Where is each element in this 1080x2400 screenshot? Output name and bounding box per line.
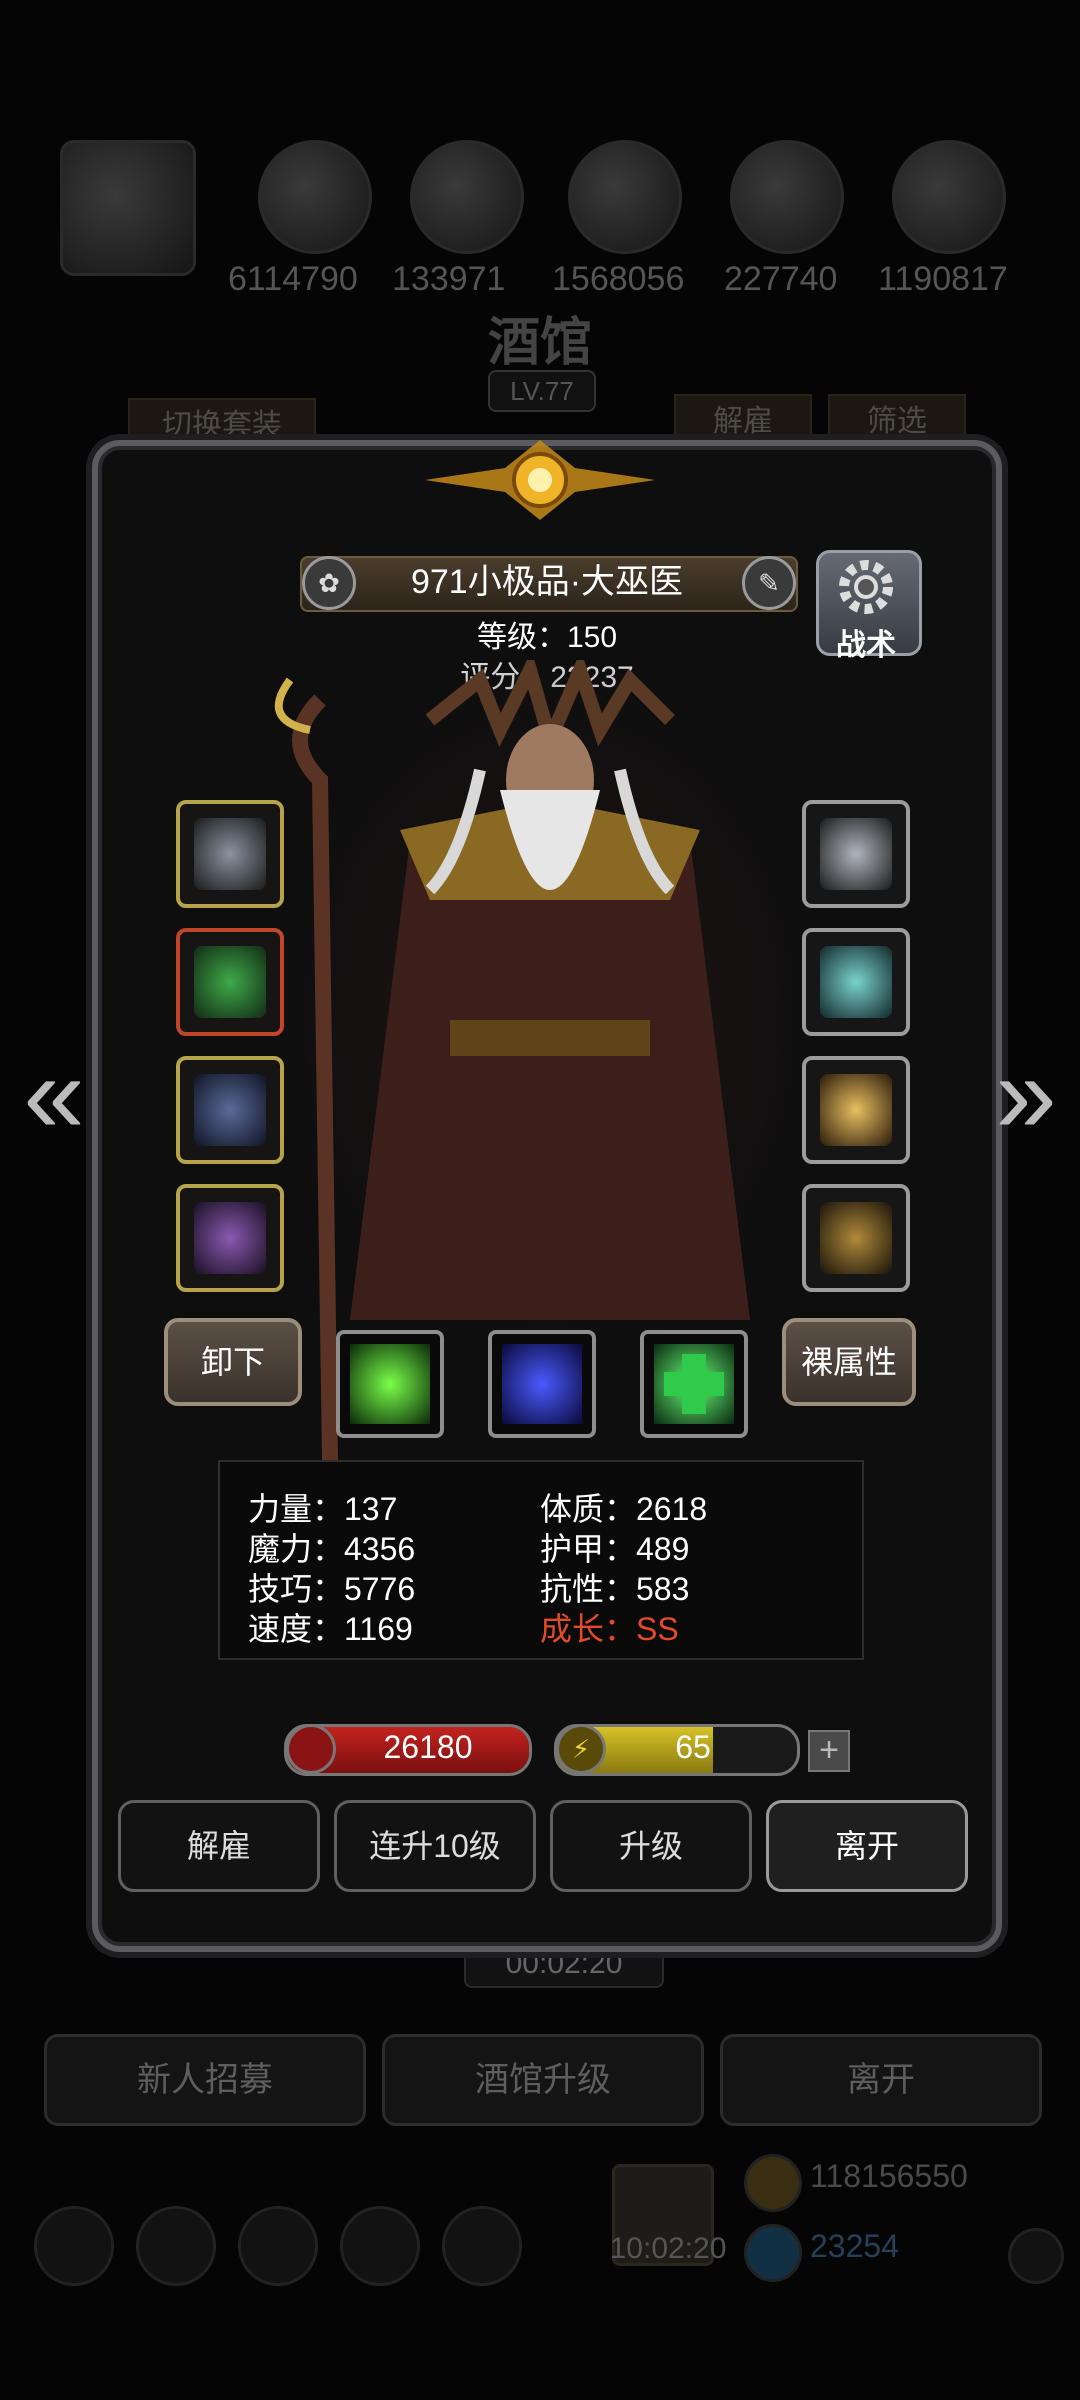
- resource-icon-3: [568, 140, 682, 254]
- hero-level: 等级：150: [476, 621, 618, 654]
- edit-name-icon[interactable]: ✎: [742, 556, 796, 610]
- hero-name: 971小极品·大巫医: [410, 563, 684, 601]
- skill-slot-2[interactable]: [488, 1330, 596, 1438]
- recruit-button: 新人招募: [44, 2034, 366, 2126]
- dismiss-hero-button[interactable]: 解雇: [118, 1800, 320, 1892]
- resource-icon-5: [892, 140, 1006, 254]
- energy-value: 65: [675, 1729, 711, 1765]
- menu-icon-3: [238, 2206, 318, 2286]
- gold-count: 118156550: [810, 2158, 968, 2194]
- menu-icon-2: [136, 2206, 216, 2286]
- lantern-icon: [820, 1074, 892, 1146]
- resource-count-2: 133971: [392, 260, 506, 298]
- prev-hero-arrow-icon[interactable]: «: [14, 1040, 94, 1150]
- tavern-level: LV.77: [488, 370, 596, 412]
- blue-shadow-icon: [502, 1344, 582, 1424]
- resource-icon-1: [258, 140, 372, 254]
- resource-count-5: 1190817: [878, 260, 1008, 298]
- avatar: [60, 140, 196, 276]
- resource-icon-2: [410, 140, 524, 254]
- equip-slot-staff[interactable]: [176, 800, 284, 908]
- stat-growth: 成长：SS: [540, 1611, 679, 1647]
- stat-speed: 速度：1169: [248, 1611, 413, 1647]
- wand-icon: [820, 1202, 892, 1274]
- equip-slot-armor[interactable]: [176, 928, 284, 1036]
- gold-icon: [744, 2154, 802, 2212]
- lightning-icon: ⚡: [556, 1724, 606, 1774]
- equip-slot-ring[interactable]: [176, 1184, 284, 1292]
- menu-icon-1: [34, 2206, 114, 2286]
- heart-icon: [286, 1724, 336, 1774]
- equip-slot-bracelet[interactable]: [802, 800, 910, 908]
- skill-slot-3[interactable]: [640, 1330, 748, 1438]
- skill-slot-1[interactable]: [336, 1330, 444, 1438]
- menu-icon-5: [442, 2206, 522, 2286]
- heal-cross-icon: [654, 1344, 734, 1424]
- leave-button[interactable]: 离开: [766, 1800, 968, 1892]
- equip-slot-helmet[interactable]: [176, 1056, 284, 1164]
- gem-currency-icon: [744, 2224, 802, 2282]
- gift-timer: 10:02:20: [609, 2232, 727, 2265]
- resource-icon-4: [730, 140, 844, 254]
- menu-icon-4: [340, 2206, 420, 2286]
- green-slash-icon: [350, 1344, 430, 1424]
- next-hero-arrow-icon[interactable]: »: [986, 1040, 1066, 1150]
- armor-icon: [194, 946, 266, 1018]
- resource-count-4: 227740: [724, 260, 838, 298]
- bracelet-icon: [820, 818, 892, 890]
- level-up-10-button[interactable]: 连升10级: [334, 1800, 536, 1892]
- base-attributes-button[interactable]: 裸属性: [782, 1318, 916, 1406]
- equip-slot-lantern[interactable]: [802, 1056, 910, 1164]
- unequip-button[interactable]: 卸下: [164, 1318, 302, 1406]
- tactic-label: 战术: [836, 629, 896, 662]
- helmet-icon: [194, 1074, 266, 1146]
- add-energy-button[interactable]: +: [808, 1730, 850, 1772]
- resource-count-1: 6114790: [228, 260, 358, 298]
- hp-value: 26180: [383, 1729, 473, 1765]
- gem-icon: [820, 946, 892, 1018]
- tavern-upgrade-button: 酒馆升级: [382, 2034, 704, 2126]
- staff-icon: [194, 818, 266, 890]
- add-currency-icon: [1008, 2228, 1064, 2284]
- gem-count: 23254: [810, 2228, 899, 2264]
- ring-icon: [194, 1202, 266, 1274]
- tavern-leave-button: 离开: [720, 2034, 1042, 2126]
- equip-slot-gem[interactable]: [802, 928, 910, 1036]
- equip-slot-wand[interactable]: [802, 1184, 910, 1292]
- crest-emblem-icon: [425, 440, 655, 520]
- tavern-title: 酒馆: [487, 314, 592, 372]
- gear-icon: [839, 560, 893, 614]
- resource-count-3: 1568056: [552, 260, 685, 298]
- level-up-button[interactable]: 升级: [550, 1800, 752, 1892]
